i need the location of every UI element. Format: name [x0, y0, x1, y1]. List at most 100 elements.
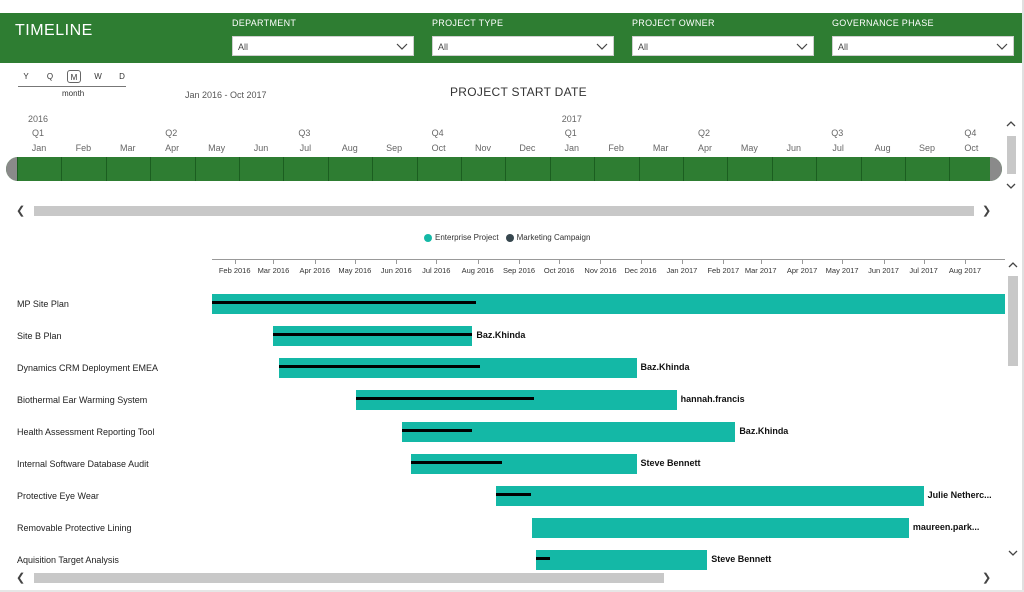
slicer-month-cell[interactable]	[239, 157, 283, 181]
chevron-down-icon[interactable]	[796, 40, 808, 52]
project-type-dropdown[interactable]: All	[432, 36, 614, 56]
project-owner-value: All	[638, 42, 649, 52]
project-owner-dropdown[interactable]: All	[632, 36, 814, 56]
task-bar[interactable]	[356, 390, 677, 410]
axis-tick-label: Dec 2016	[624, 266, 657, 275]
granularity-quarter[interactable]: Q	[43, 72, 57, 81]
project-type-filter[interactable]: PROJECT TYPE All	[432, 18, 614, 56]
chevron-down-icon	[1006, 183, 1016, 189]
granularity-week[interactable]: W	[91, 72, 105, 81]
slicer-month-cell[interactable]	[683, 157, 727, 181]
task-bar[interactable]	[532, 518, 909, 538]
axis-tick-label: Sep 2016	[502, 266, 536, 275]
task-label: Aquisition Target Analysis	[17, 555, 119, 565]
chevron-up-icon	[1006, 121, 1016, 127]
chevron-right-icon[interactable]: ❯	[982, 572, 991, 584]
governance-phase-value: All	[838, 42, 849, 52]
slicer-month-label: Oct	[964, 143, 979, 153]
gantt-horizontal-scrollbar[interactable]: ❮ ❯	[10, 572, 1000, 584]
slicer-month-cell[interactable]	[17, 157, 61, 181]
task-bar[interactable]	[212, 294, 1005, 314]
task-label: Protective Eye Wear	[17, 491, 99, 501]
chevron-right-icon[interactable]: ❯	[982, 205, 991, 217]
axis-tick	[842, 260, 844, 264]
slicer-month-cell[interactable]	[150, 157, 194, 181]
slicer-month-cell[interactable]	[727, 157, 771, 181]
axis-tick	[477, 260, 479, 264]
department-filter[interactable]: DEPARTMENT All	[232, 18, 414, 56]
gantt-vertical-scrollbar[interactable]	[1006, 258, 1020, 568]
slicer-month-cell[interactable]	[372, 157, 416, 181]
slicer-month-cell[interactable]	[949, 157, 993, 181]
slicer-horizontal-scrollbar[interactable]: ❮ ❯	[10, 205, 1000, 217]
page-title: TIMELINE	[15, 22, 93, 39]
task-bar[interactable]	[496, 486, 924, 506]
governance-phase-dropdown[interactable]: All	[832, 36, 1014, 56]
slicer-month-cell[interactable]	[771, 157, 816, 181]
axis-tick-label: Mar 2016	[257, 266, 290, 275]
project-owner-filter[interactable]: PROJECT OWNER All	[632, 18, 814, 56]
slicer-month-cell[interactable]	[638, 157, 683, 181]
axis-tick-label: Jul 2017	[909, 266, 938, 275]
scroll-thumb[interactable]	[34, 573, 664, 583]
slicer-month-cell[interactable]	[194, 157, 239, 181]
slicer-vertical-scrollbar[interactable]	[1004, 110, 1018, 200]
granularity-year[interactable]: Y	[19, 72, 33, 81]
slicer-month-label: May	[740, 143, 758, 153]
legend-item-enterprise[interactable]: Enterprise Project	[424, 233, 499, 242]
granularity-day[interactable]: D	[115, 72, 129, 81]
axis-tick-label: Aug 2016	[461, 266, 494, 275]
slicer-month-cell[interactable]	[594, 157, 638, 181]
slicer-month-cell[interactable]	[61, 157, 105, 181]
task-bar[interactable]	[278, 358, 637, 378]
slicer-month-label: Aug	[874, 143, 891, 153]
scroll-thumb[interactable]	[34, 206, 974, 216]
task-owner-label: Steve Bennett	[711, 554, 772, 564]
slicer-month-cell[interactable]	[905, 157, 949, 181]
axis-tick	[273, 260, 275, 264]
slicer-month-cell[interactable]	[860, 157, 905, 181]
task-label: Internal Software Database Audit	[17, 459, 149, 469]
slicer-month-cell[interactable]	[816, 157, 860, 181]
granularity-track	[18, 86, 126, 87]
header-bar: TIMELINE DEPARTMENT All PROJECT TYPE All…	[0, 13, 1022, 63]
axis-tick	[923, 260, 925, 264]
slicer-month-cell[interactable]	[283, 157, 327, 181]
axis-tick	[559, 260, 561, 264]
axis-tick-label: May 2017	[825, 266, 859, 275]
task-bar[interactable]	[401, 422, 736, 442]
axis-tick-label: Apr 2016	[299, 266, 331, 275]
governance-phase-filter-label: GOVERNANCE PHASE	[832, 18, 934, 28]
slicer-month-cell[interactable]	[461, 157, 505, 181]
slicer-month-cell[interactable]	[505, 157, 549, 181]
chevron-down-icon[interactable]	[396, 40, 408, 52]
chevron-left-icon[interactable]: ❮	[16, 572, 25, 584]
slicer-month-label: Sep	[386, 143, 403, 153]
task-bar[interactable]	[536, 550, 708, 570]
slicer-month-cell[interactable]	[105, 157, 150, 181]
axis-tick-label: Jun 2017	[868, 266, 899, 275]
slicer-month-cell[interactable]	[416, 157, 461, 181]
chevron-down-icon[interactable]	[596, 40, 608, 52]
report-canvas: TIMELINE DEPARTMENT All PROJECT TYPE All…	[0, 0, 1024, 592]
axis-tick-label: Feb 2017	[707, 266, 740, 275]
scroll-thumb[interactable]	[1008, 276, 1018, 366]
granularity-selector: Y Q M W D month	[18, 68, 128, 98]
slicer-quarter-label: Q3	[298, 128, 311, 138]
task-bar[interactable]	[273, 326, 473, 346]
slicer-month-cell[interactable]	[549, 157, 594, 181]
slicer-title: PROJECT START DATE	[450, 85, 587, 99]
chevron-left-icon[interactable]: ❮	[16, 205, 25, 217]
task-bar[interactable]	[410, 454, 637, 474]
department-dropdown[interactable]: All	[232, 36, 414, 56]
slicer-quarter-label: Q2	[165, 128, 178, 138]
timeline-slicer-range[interactable]	[6, 157, 1002, 181]
slicer-month-cell[interactable]	[327, 157, 372, 181]
governance-phase-filter[interactable]: GOVERNANCE PHASE All	[832, 18, 1014, 56]
slicer-quarter-label: Q4	[964, 128, 977, 138]
axis-tick	[723, 260, 725, 264]
legend-item-marketing[interactable]: Marketing Campaign	[505, 233, 590, 242]
chevron-down-icon[interactable]	[996, 40, 1008, 52]
granularity-month[interactable]: M	[67, 70, 81, 83]
task-progress-bar	[496, 493, 532, 496]
